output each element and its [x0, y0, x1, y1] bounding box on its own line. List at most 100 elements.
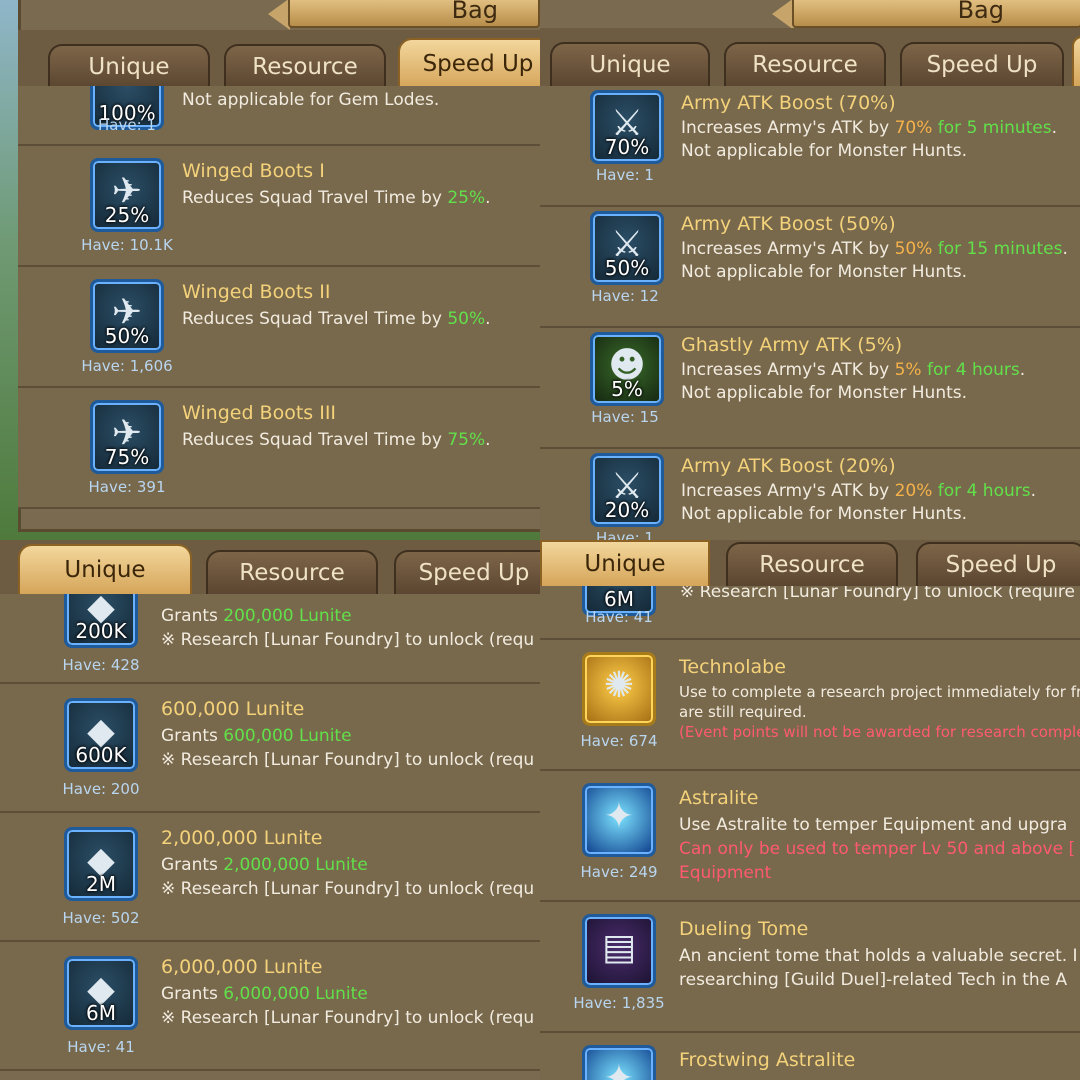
description-text: .: [1062, 239, 1068, 259]
back-arrow-icon[interactable]: [268, 0, 290, 30]
item-have-count: Have: 41: [585, 608, 653, 626]
item-description: Increases Army's ATK by 70% for 5 minute…: [681, 118, 1057, 138]
glyph-icon: ✦: [603, 796, 635, 837]
item-name: Technolabe: [679, 656, 786, 678]
item-name: Army ATK Boost (50%): [681, 213, 896, 235]
item-have-count: Have: 1,606: [81, 357, 173, 375]
tab-resource[interactable]: Resource: [206, 550, 378, 594]
boost-duration: for 4 hours: [921, 360, 1020, 380]
item-list[interactable]: ⚔ 70% Army ATK Boost (70%) Increases Army's…: [540, 86, 1080, 540]
list-item[interactable]: ◆ 6M 6,000,000 Lunite Grants 6,000,000 Luni…: [0, 942, 540, 1071]
list-item[interactable]: ✈ 50% Winged Boots II Reduces Squad Travel …: [18, 267, 540, 388]
description-text: Increases Army's ATK by: [681, 481, 895, 501]
lunite-crystal-icon: ◆ 200K: [64, 594, 138, 648]
item-name: Army ATK Boost (20%): [681, 455, 896, 477]
grant-value: 200,000 Lunite: [223, 606, 352, 626]
list-item[interactable]: ✺ Technolabe Use to complete a research pr…: [540, 640, 1080, 771]
tab-bar: Unique Resource Speed Up: [0, 540, 540, 594]
list-item[interactable]: ⚔ 20% Army ATK Boost (20%) Increases Army's…: [540, 449, 1080, 540]
grant-value: 600,000 Lunite: [223, 726, 352, 746]
back-arrow-icon[interactable]: [772, 0, 794, 30]
item-grant: Grants 2,000,000 Lunite: [161, 855, 368, 875]
glyph-icon: ▤: [601, 927, 636, 968]
tab-unique[interactable]: Unique: [18, 544, 192, 594]
description-text: Increases Army's ATK by: [681, 360, 895, 380]
tab-speed-up[interactable]: Speed Up: [394, 550, 540, 594]
sword-boost-icon: ⚔ 20%: [590, 453, 664, 527]
tab-speed-up[interactable]: Speed Up: [900, 42, 1064, 86]
list-item-partial[interactable]: 100% Not applicable for Gem Lodes. Have:…: [18, 86, 540, 146]
item-description: Increases Army's ATK by 20% for 4 hours.: [681, 481, 1036, 501]
tab-resource[interactable]: Resource: [224, 44, 386, 88]
list-item[interactable]: ◆ 600K 600,000 Lunite Grants 600,000 Lunite…: [0, 684, 540, 813]
item-description: Increases Army's ATK by 5% for 4 hours.: [681, 360, 1025, 380]
item-percent: 5%: [611, 377, 643, 401]
boost-value: 20%: [894, 481, 933, 501]
tab-bar: Unique Resource Speed Up: [540, 540, 1080, 586]
description-text: .: [485, 309, 491, 329]
item-description: Reduces Squad Travel Time by 25%.: [182, 188, 491, 208]
bag-title: Bag: [957, 0, 1004, 24]
item-requirement: ※ Research [Lunar Foundry] to unlock (re…: [161, 630, 535, 650]
item-description: Not applicable for Gem Lodes.: [182, 90, 440, 110]
boost-duration: for 4 hours: [932, 481, 1031, 501]
list-item[interactable]: ✈ 75% Winged Boots III Reduces Squad Travel…: [18, 388, 540, 509]
description-text: .: [1019, 360, 1026, 380]
list-item[interactable]: ✦ Frostwing Astralite: [540, 1033, 1080, 1080]
grant-value: 6,000,000 Lunite: [223, 984, 368, 1004]
item-have-count: Have: 1,835: [573, 994, 665, 1012]
boost-value: 5%: [894, 360, 922, 380]
description-text: Reduces Squad Travel Time by: [182, 188, 448, 208]
list-item[interactable]: ☻ 5% Ghastly Army ATK (5%) Increases Army's…: [540, 328, 1080, 449]
tab-unique[interactable]: Unique: [540, 540, 710, 586]
list-item[interactable]: ✈ 25% Winged Boots I Reduces Squad Travel T…: [18, 146, 540, 267]
sword-boost-icon: ⚔ 70%: [590, 90, 664, 164]
list-item[interactable]: ⚔ 70% Army ATK Boost (70%) Increases Army's…: [540, 86, 1080, 207]
item-list[interactable]: 6M ※ Research [Lunar Foundry] to unlock …: [540, 586, 1080, 1080]
tab-speed-up[interactable]: Speed Up: [916, 542, 1080, 586]
boost-duration: for 15 minutes: [932, 239, 1063, 259]
bag-title: Bag: [451, 0, 498, 24]
grant-value: 2,000,000 Lunite: [223, 855, 368, 875]
grant-text: Grants: [161, 855, 224, 875]
item-name: 2,000,000 Lunite: [161, 827, 323, 849]
item-have-count: Have: 391: [88, 478, 166, 496]
list-item-partial[interactable]: 6M ※ Research [Lunar Foundry] to unlock …: [540, 586, 1080, 640]
list-item[interactable]: ▤ Dueling Tome An ancient tome that holds …: [540, 902, 1080, 1033]
tab-bar: Unique Resource Speed Up: [540, 28, 1080, 86]
item-have-count: Have: 15: [591, 408, 659, 426]
item-list[interactable]: 100% Not applicable for Gem Lodes. Have:…: [18, 86, 540, 540]
item-description: Use to complete a research project immed…: [679, 683, 1080, 701]
list-item[interactable]: ⚔ 50% Army ATK Boost (50%) Increases Army's…: [540, 207, 1080, 328]
item-grant: Grants 200,000 Lunite: [161, 606, 352, 626]
description-text: .: [1030, 481, 1036, 501]
item-have-count: Have: 1: [596, 166, 654, 184]
frostwing-astralite-icon: ✦: [582, 1045, 656, 1080]
item-have-count: Have: 249: [580, 863, 658, 881]
description-text: Reduces Squad Travel Time by: [182, 430, 448, 450]
item-name: Army ATK Boost (70%): [681, 92, 896, 114]
list-item[interactable]: ◆ 2M 2,000,000 Lunite Grants 2,000,000 Luni…: [0, 813, 540, 942]
description-text: .: [485, 430, 491, 450]
list-item[interactable]: ◆ 200K Grants 200,000 Lunite ※ Research [Lu…: [0, 594, 540, 684]
grant-text: Grants: [161, 606, 224, 626]
item-description: Use Astralite to temper Equipment and up…: [679, 815, 1068, 835]
tab-speed-up[interactable]: Speed Up: [398, 38, 540, 88]
item-percent: 75%: [104, 445, 150, 469]
tab-unique[interactable]: Unique: [550, 42, 710, 86]
item-list[interactable]: ◆ 200K Grants 200,000 Lunite ※ Research [Lu…: [0, 594, 540, 1080]
lunite-crystal-icon: ◆ 600K: [64, 698, 138, 772]
tab-active-edge[interactable]: [1072, 36, 1080, 86]
description-text: Increases Army's ATK by: [681, 239, 895, 259]
tab-resource[interactable]: Resource: [724, 42, 886, 86]
description-value: 75%: [447, 430, 486, 450]
tab-unique[interactable]: Unique: [48, 44, 210, 88]
description-value: 25%: [447, 188, 486, 208]
tab-resource[interactable]: Resource: [726, 542, 898, 586]
item-requirement: ※ Research [Lunar Foundry] to unlock (re…: [161, 879, 535, 899]
list-item[interactable]: ✦ Astralite Use Astralite to temper Equipm…: [540, 771, 1080, 902]
glyph-icon: ✺: [603, 665, 635, 706]
item-description: are still required.: [679, 703, 807, 721]
item-amount: 200K: [75, 619, 127, 643]
item-note: Not applicable for Monster Hunts.: [681, 383, 968, 403]
